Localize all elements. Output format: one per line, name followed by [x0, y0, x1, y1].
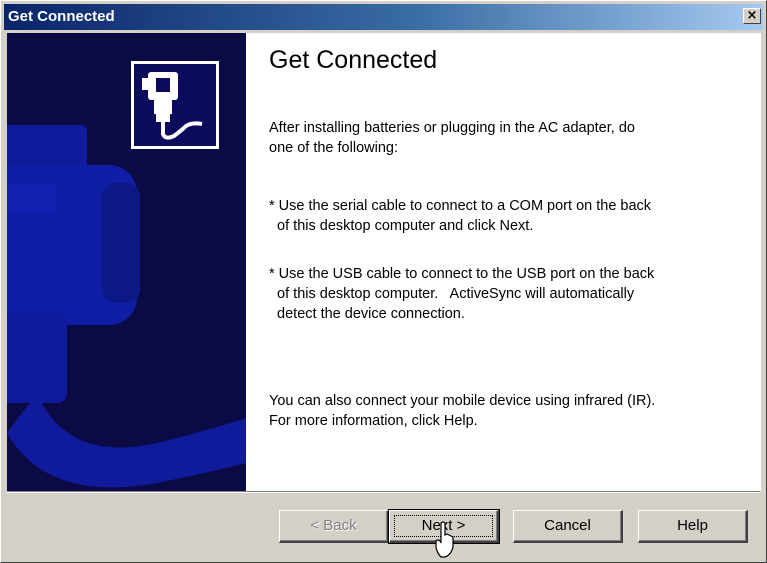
close-icon: × [746, 8, 758, 23]
infrared-note: You can also connect your mobile device … [269, 393, 656, 429]
get-connected-dialog: Get Connected × Get Connected After inst… [0, 0, 767, 563]
title-bar[interactable]: Get Connected × [4, 4, 763, 30]
help-button[interactable]: Help [638, 510, 748, 543]
cancel-button-label: Cancel [544, 517, 591, 534]
back-button[interactable]: < Back [279, 510, 389, 543]
back-button-label: < Back [310, 517, 357, 534]
serial-instruction: * Use the serial cable to connect to a C… [269, 198, 652, 234]
mouse-cursor-icon [435, 521, 454, 558]
window-title: Get Connected [8, 8, 115, 25]
connect-cable-icon [131, 61, 219, 149]
usb-instruction: * Use the USB cable to connect to the US… [269, 266, 655, 322]
wizard-page: Get Connected After installing batteries… [7, 33, 761, 491]
wizard-side-panel [7, 33, 246, 491]
cancel-button[interactable]: Cancel [513, 510, 623, 543]
intro-text: After installing batteries or plugging i… [269, 120, 635, 156]
page-title: Get Connected [269, 46, 438, 74]
help-button-label: Help [677, 517, 708, 534]
close-button[interactable]: × [743, 8, 761, 24]
button-separator [7, 491, 760, 493]
